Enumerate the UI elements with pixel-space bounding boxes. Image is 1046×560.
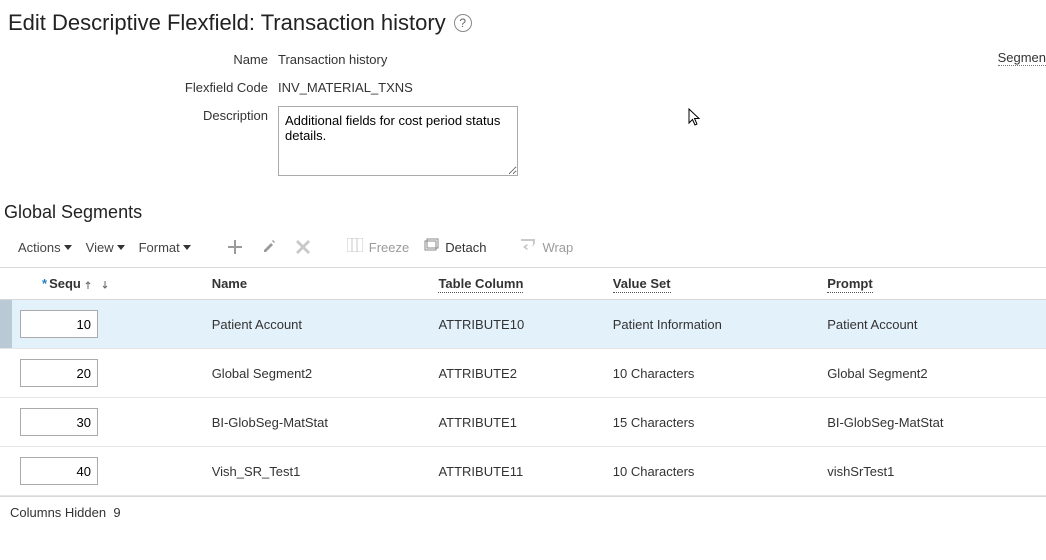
- cell-prompt: Global Segment2: [819, 349, 1046, 398]
- cell-sequence: [12, 398, 204, 447]
- detach-button[interactable]: Detach: [423, 238, 486, 256]
- columns-hidden-count: 9: [113, 505, 120, 520]
- format-menu[interactable]: Format: [139, 240, 191, 255]
- wrap-label: Wrap: [542, 240, 573, 255]
- col-sequence[interactable]: *Sequ: [12, 268, 204, 300]
- format-menu-label: Format: [139, 240, 180, 255]
- page-title-text: Edit Descriptive Flexfield: Transaction …: [8, 10, 446, 36]
- row-handle-header: [0, 268, 12, 300]
- freeze-label: Freeze: [369, 240, 409, 255]
- cell-prompt: BI-GlobSeg-MatStat: [819, 398, 1046, 447]
- cell-name: Vish_SR_Test1: [204, 447, 431, 496]
- wrap-button[interactable]: Wrap: [520, 238, 573, 256]
- col-value-set[interactable]: Value Set: [605, 268, 819, 300]
- row-handle[interactable]: [0, 398, 12, 447]
- columns-hidden-label: Columns Hidden: [10, 505, 106, 520]
- name-label: Name: [8, 50, 278, 70]
- cell-sequence: [12, 447, 204, 496]
- sort-icons: [85, 279, 116, 291]
- cell-name: BI-GlobSeg-MatStat: [204, 398, 431, 447]
- flexfield-code-value: INV_MATERIAL_TXNS: [278, 78, 413, 98]
- plus-icon: [228, 240, 242, 254]
- actions-menu-label: Actions: [18, 240, 61, 255]
- page-title: Edit Descriptive Flexfield: Transaction …: [8, 10, 1046, 36]
- col-prompt[interactable]: Prompt: [819, 268, 1046, 300]
- view-menu-label: View: [86, 240, 114, 255]
- caret-down-icon: [183, 245, 191, 250]
- delete-button[interactable]: [293, 237, 313, 257]
- segment-link[interactable]: Segmen: [998, 50, 1046, 66]
- description-textarea[interactable]: [278, 106, 518, 176]
- table-row[interactable]: Global Segment2ATTRIBUTE210 CharactersGl…: [0, 349, 1046, 398]
- edit-button[interactable]: [259, 237, 279, 257]
- required-star-icon: *: [42, 276, 47, 291]
- table-toolbar: Actions View Format Freeze Detach Wrap: [0, 233, 1046, 268]
- cell-table-column: ATTRIBUTE11: [430, 447, 604, 496]
- sequence-input[interactable]: [20, 359, 98, 387]
- sequence-input[interactable]: [20, 457, 98, 485]
- row-handle[interactable]: [0, 300, 12, 349]
- description-label: Description: [8, 106, 278, 126]
- cell-value-set: 10 Characters: [605, 447, 819, 496]
- cell-table-column: ATTRIBUTE2: [430, 349, 604, 398]
- cell-sequence: [12, 300, 204, 349]
- row-handle[interactable]: [0, 349, 12, 398]
- sequence-input[interactable]: [20, 408, 98, 436]
- actions-menu[interactable]: Actions: [18, 240, 72, 255]
- table-row[interactable]: BI-GlobSeg-MatStatATTRIBUTE115 Character…: [0, 398, 1046, 447]
- detach-icon: [423, 238, 439, 256]
- caret-down-icon: [64, 245, 72, 250]
- sequence-input[interactable]: [20, 310, 98, 338]
- freeze-button[interactable]: Freeze: [347, 238, 409, 256]
- cell-value-set: Patient Information: [605, 300, 819, 349]
- help-icon[interactable]: ?: [454, 14, 472, 32]
- global-segments-heading: Global Segments: [4, 202, 1046, 223]
- wrap-icon: [520, 238, 536, 256]
- table-row[interactable]: Patient AccountATTRIBUTE10Patient Inform…: [0, 300, 1046, 349]
- segments-table: *Sequ Name Table Column Value Set Prompt…: [0, 268, 1046, 496]
- cell-table-column: ATTRIBUTE10: [430, 300, 604, 349]
- col-name[interactable]: Name: [204, 268, 431, 300]
- freeze-icon: [347, 238, 363, 256]
- cell-value-set: 15 Characters: [605, 398, 819, 447]
- cell-prompt: vishSrTest1: [819, 447, 1046, 496]
- cell-name: Global Segment2: [204, 349, 431, 398]
- row-handle[interactable]: [0, 447, 12, 496]
- flexfield-code-label: Flexfield Code: [8, 78, 278, 98]
- add-button[interactable]: [225, 237, 245, 257]
- col-table-column[interactable]: Table Column: [430, 268, 604, 300]
- x-icon: [296, 240, 310, 254]
- caret-down-icon: [117, 245, 125, 250]
- detach-label: Detach: [445, 240, 486, 255]
- pencil-icon: [262, 240, 276, 254]
- cell-sequence: [12, 349, 204, 398]
- cell-value-set: 10 Characters: [605, 349, 819, 398]
- cell-table-column: ATTRIBUTE1: [430, 398, 604, 447]
- name-value: Transaction history: [278, 50, 387, 70]
- table-row[interactable]: Vish_SR_Test1ATTRIBUTE1110 Charactersvis…: [0, 447, 1046, 496]
- view-menu[interactable]: View: [86, 240, 125, 255]
- cell-name: Patient Account: [204, 300, 431, 349]
- columns-hidden-footer: Columns Hidden 9: [0, 496, 1046, 528]
- cell-prompt: Patient Account: [819, 300, 1046, 349]
